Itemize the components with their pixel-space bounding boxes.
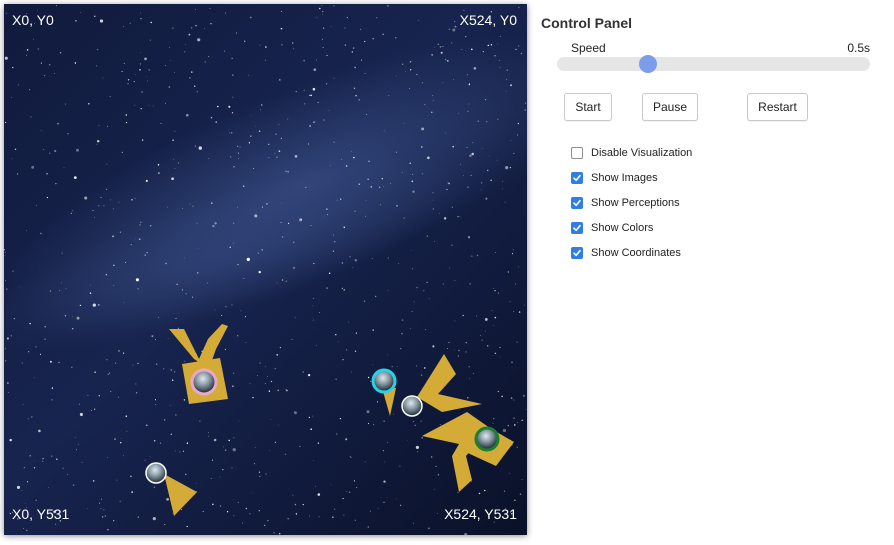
coordinate-bottom-left: X0, Y531 [12,506,70,522]
start-button[interactable]: Start [564,93,612,121]
disable-visualization-checkbox[interactable] [571,146,583,159]
option-label: Show Coordinates [591,246,681,259]
coordinate-top-left: X0, Y0 [12,12,54,28]
control-panel: Control Panel Speed 0.5s Start Pause Res… [541,14,876,314]
option-show-coordinates[interactable]: Show Coordinates [571,240,692,265]
option-label: Show Images [591,171,658,184]
option-show-images[interactable]: Show Images [571,165,692,190]
show-coordinates-checkbox[interactable] [571,246,583,259]
show-perceptions-checkbox[interactable] [571,196,583,209]
option-label: Show Perceptions [591,196,680,209]
show-colors-checkbox[interactable] [571,221,583,234]
simulation-board: X0, Y0 X524, Y0 X0, Y531 X524, Y531 [4,4,527,535]
coordinate-bottom-right: X524, Y531 [444,506,517,522]
starry-sky-background [4,4,527,535]
option-show-colors[interactable]: Show Colors [571,215,692,240]
option-show-perceptions[interactable]: Show Perceptions [571,190,692,215]
show-images-checkbox[interactable] [571,171,583,184]
options-list: Disable Visualization Show Images Show P… [571,140,692,265]
panel-title: Control Panel [541,15,633,31]
orb-plain-1 [401,395,423,417]
speed-slider-thumb[interactable] [638,55,657,73]
coordinate-top-right: X524, Y0 [459,12,517,28]
option-label: Disable Visualization [591,146,693,159]
speed-slider[interactable] [557,55,870,73]
option-label: Show Colors [591,221,654,234]
option-disable-visualization[interactable]: Disable Visualization [571,140,692,165]
speed-label: Speed [571,41,606,55]
pause-button[interactable]: Pause [642,93,698,121]
restart-button[interactable]: Restart [747,93,808,121]
speed-value: 0.5s [847,41,870,55]
